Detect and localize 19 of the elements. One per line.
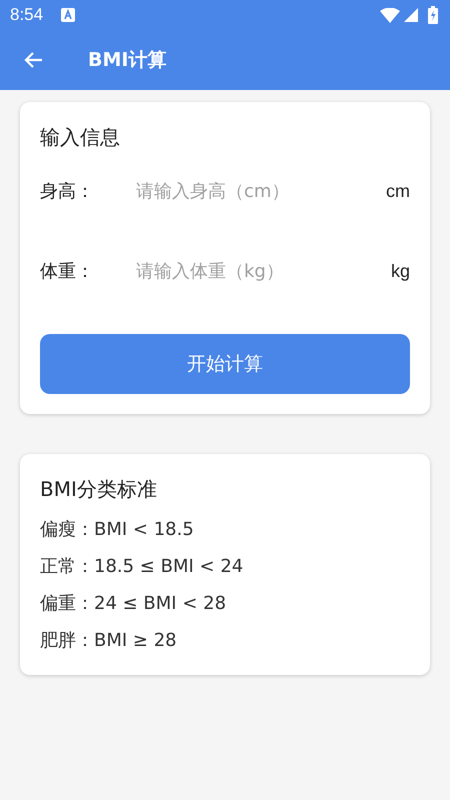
notification-icon (61, 8, 76, 22)
category-line: 正常：18.5 ≤ BMI < 24 (40, 555, 244, 579)
input-field[interactable]: 请输入身高（cm） (136, 180, 386, 202)
field-label: 体重： (40, 260, 95, 283)
wifi-icon (380, 8, 400, 22)
battery-icon (428, 6, 438, 24)
category-line: 肥胖：BMI ≥ 28 (40, 629, 178, 653)
card-title: 输入信息 (40, 124, 121, 151)
card-title: BMI分类标准 (40, 476, 158, 503)
unit-label: kg (390, 260, 410, 282)
category-line: 偏瘦：BMI < 18.5 (40, 518, 195, 542)
app-bar-title: BMI计算 (88, 48, 166, 73)
status-time: 8:54 (10, 5, 44, 25)
unit-label: cm (386, 180, 410, 202)
input-field[interactable]: 请输入体重（kg） (136, 260, 391, 282)
field-label: 身高： (40, 180, 95, 203)
signal-icon (404, 8, 418, 22)
calculate-button[interactable]: 开始计算 (40, 334, 410, 394)
category-line: 偏重：24 ≤ BMI < 28 (40, 592, 228, 616)
